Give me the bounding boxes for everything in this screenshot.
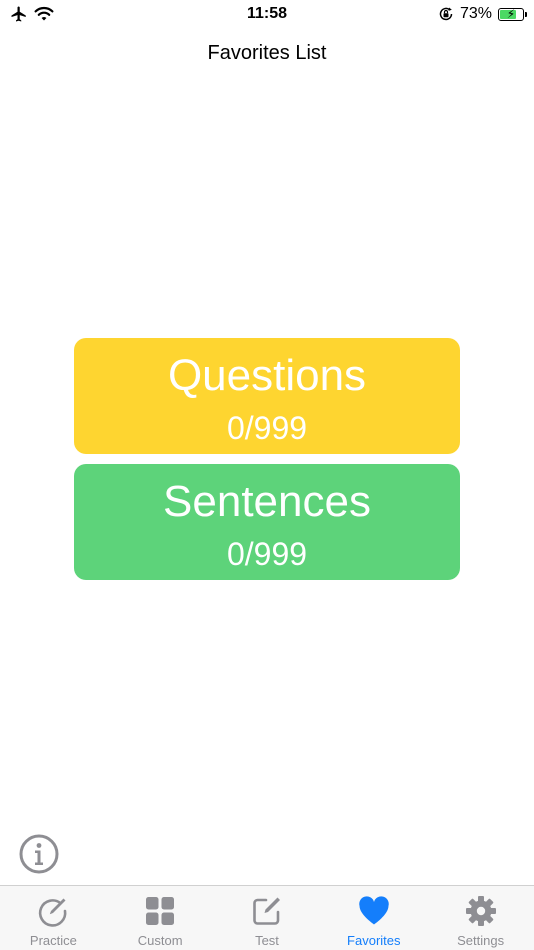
grid-icon	[146, 897, 175, 925]
tab-custom-label: Custom	[137, 933, 183, 948]
tab-practice-label: Practice	[29, 933, 77, 948]
questions-card-count: 0/999	[226, 410, 308, 446]
heart-icon	[359, 896, 389, 925]
questions-card[interactable]: Questions 0/999	[74, 338, 460, 454]
tab-favorites[interactable]: Favorites	[320, 886, 427, 950]
pencil-circle-icon	[39, 898, 67, 927]
status-right: 73% ⚡	[438, 5, 527, 23]
tab-custom[interactable]: Custom	[107, 886, 214, 950]
tab-test-label: Test	[255, 933, 279, 948]
sentences-card-count: 0/999	[226, 536, 308, 572]
info-button[interactable]	[19, 834, 59, 874]
tab-settings-label: Settings	[457, 933, 505, 948]
battery-charging-icon: ⚡	[498, 6, 527, 21]
tab-practice[interactable]: Practice	[0, 886, 107, 950]
battery-percent: 73%	[459, 5, 492, 22]
sentences-card[interactable]: Sentences 0/999	[74, 464, 460, 580]
status-bar: 11:58 73% ⚡	[0, 0, 534, 30]
tab-test[interactable]: Test	[214, 886, 321, 950]
orientation-lock-icon	[439, 7, 453, 21]
info-icon	[19, 834, 59, 874]
questions-card-title: Questions	[167, 351, 367, 400]
page-title: Favorites List	[207, 42, 327, 64]
tab-settings[interactable]: Settings	[427, 886, 534, 950]
sentences-card-title: Sentences	[163, 477, 371, 526]
tab-favorites-label: Favorites	[347, 933, 401, 948]
charging-bolt-icon: ⚡	[506, 6, 516, 21]
tab-bar: Practice Custom Test Favorites Settings	[0, 885, 534, 950]
edit-square-icon	[253, 897, 280, 925]
gear-icon	[465, 896, 496, 926]
